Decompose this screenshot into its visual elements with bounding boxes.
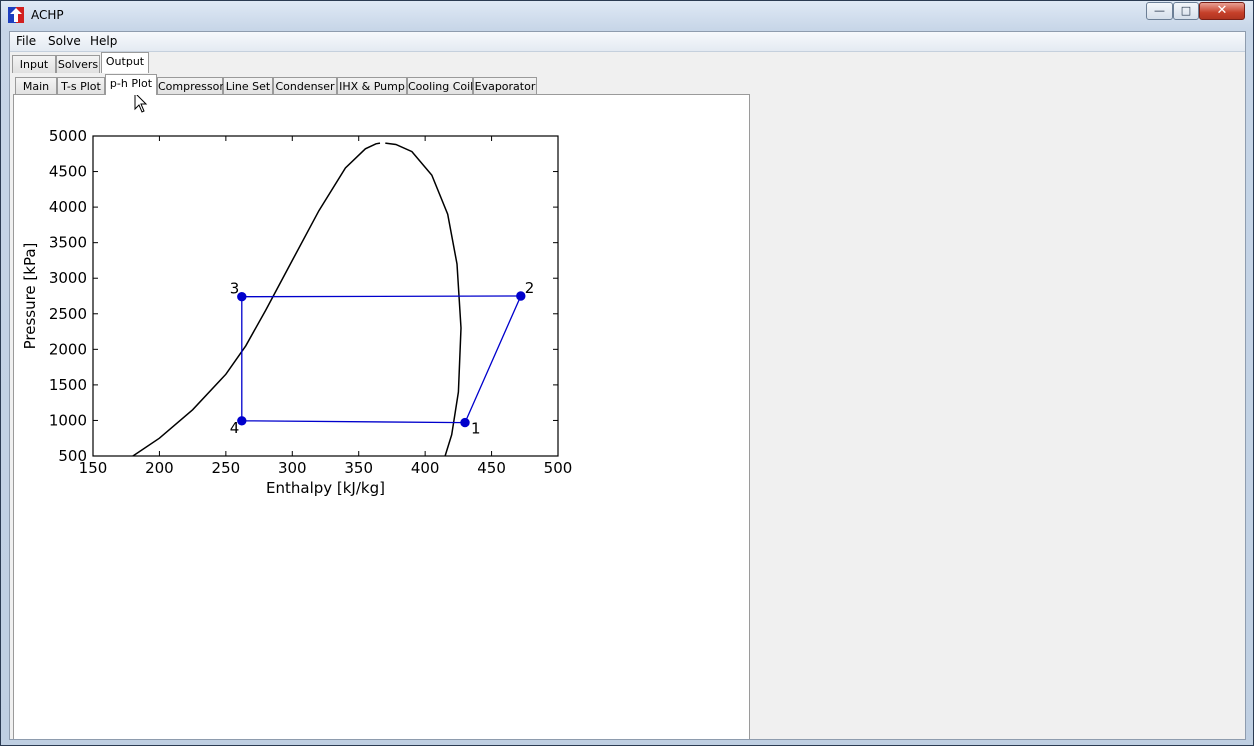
x-tick-label: 250	[212, 459, 241, 477]
tab-input[interactable]: Input	[12, 55, 56, 73]
y-tick-label: 500	[58, 447, 87, 465]
mouse-cursor-icon	[134, 92, 148, 113]
y-tick-label: 3500	[49, 234, 87, 252]
tab-ts-plot[interactable]: T-s Plot	[57, 77, 105, 95]
menu-solve[interactable]: Solve	[48, 34, 81, 48]
y-tick-label: 2000	[49, 340, 87, 358]
tab-ihx-pump[interactable]: IHX & Pump	[337, 77, 407, 95]
window-title: ACHP	[31, 8, 64, 22]
menu-file[interactable]: File	[16, 34, 36, 48]
cycle-line	[241, 295, 522, 424]
main-tab-bar: Input Solvers Output	[10, 51, 310, 73]
tab-ph-plot[interactable]: p-h Plot	[105, 74, 157, 95]
y-tick-label: 1500	[49, 376, 87, 394]
y-tick-label: 5000	[49, 127, 87, 145]
output-tab-bar: Main T-s Plot p-h Plot Compressor Line S…	[10, 73, 750, 95]
saturation-dome-liquid	[132, 142, 381, 456]
y-tick-label: 4000	[49, 198, 87, 216]
minimize-button[interactable]: —	[1146, 2, 1173, 20]
x-tick-label: 500	[544, 459, 573, 477]
tab-evaporator[interactable]: Evaporator	[473, 77, 537, 95]
tab-line-set[interactable]: Line Set	[223, 77, 273, 95]
y-tick-label: 4500	[49, 163, 87, 181]
x-tick-label: 300	[278, 459, 307, 477]
ph-plot-panel: 150 200 250 300 350 400 450 500 500 1000 1500 2000 2…	[13, 94, 750, 739]
tab-main[interactable]: Main	[15, 77, 57, 95]
x-tick-label: 200	[145, 459, 174, 477]
tab-output[interactable]: Output	[101, 52, 149, 73]
menu-help[interactable]: Help	[90, 34, 117, 48]
title-bar[interactable]: ACHP — □ ✕	[1, 1, 1253, 31]
y-tick-label: 3000	[49, 269, 87, 287]
close-button[interactable]: ✕	[1199, 2, 1245, 20]
saturation-dome-vapor	[385, 142, 462, 456]
tab-condenser[interactable]: Condenser	[273, 77, 337, 95]
y-tick-label: 1000	[49, 411, 87, 429]
y-tick-label: 2500	[49, 305, 87, 323]
ph-plot-chart: 150 200 250 300 350 400 450 5005001000150020002…	[21, 127, 573, 497]
tab-compressor[interactable]: Compressor	[157, 77, 224, 95]
cycle-point-2	[516, 291, 526, 301]
app-window: ACHP — □ ✕ File Solve Help Input Solvers…	[0, 0, 1254, 746]
x-tick-label: 450	[477, 459, 506, 477]
x-axis-label: Enthalpy [kJ/kg]	[266, 479, 385, 497]
achp-app-icon	[8, 7, 24, 23]
cycle-point-label-2: 2	[525, 279, 535, 297]
client-area: File Solve Help Input Solvers Output Mai…	[9, 31, 1246, 740]
cycle-point-1	[460, 417, 470, 428]
cycle-point-label-1: 1	[471, 420, 481, 438]
y-axis-label: Pressure [kPa]	[21, 243, 39, 350]
tab-cooling-coil[interactable]: Cooling Coil	[407, 77, 473, 95]
tab-solvers[interactable]: Solvers	[56, 55, 100, 73]
x-tick-label: 400	[411, 459, 440, 477]
cycle-point-label-3: 3	[230, 280, 240, 298]
maximize-button[interactable]: □	[1173, 2, 1199, 20]
menu-bar: File Solve Help	[10, 32, 1245, 52]
cycle-point-label-4: 4	[230, 419, 240, 437]
x-tick-label: 350	[344, 459, 373, 477]
